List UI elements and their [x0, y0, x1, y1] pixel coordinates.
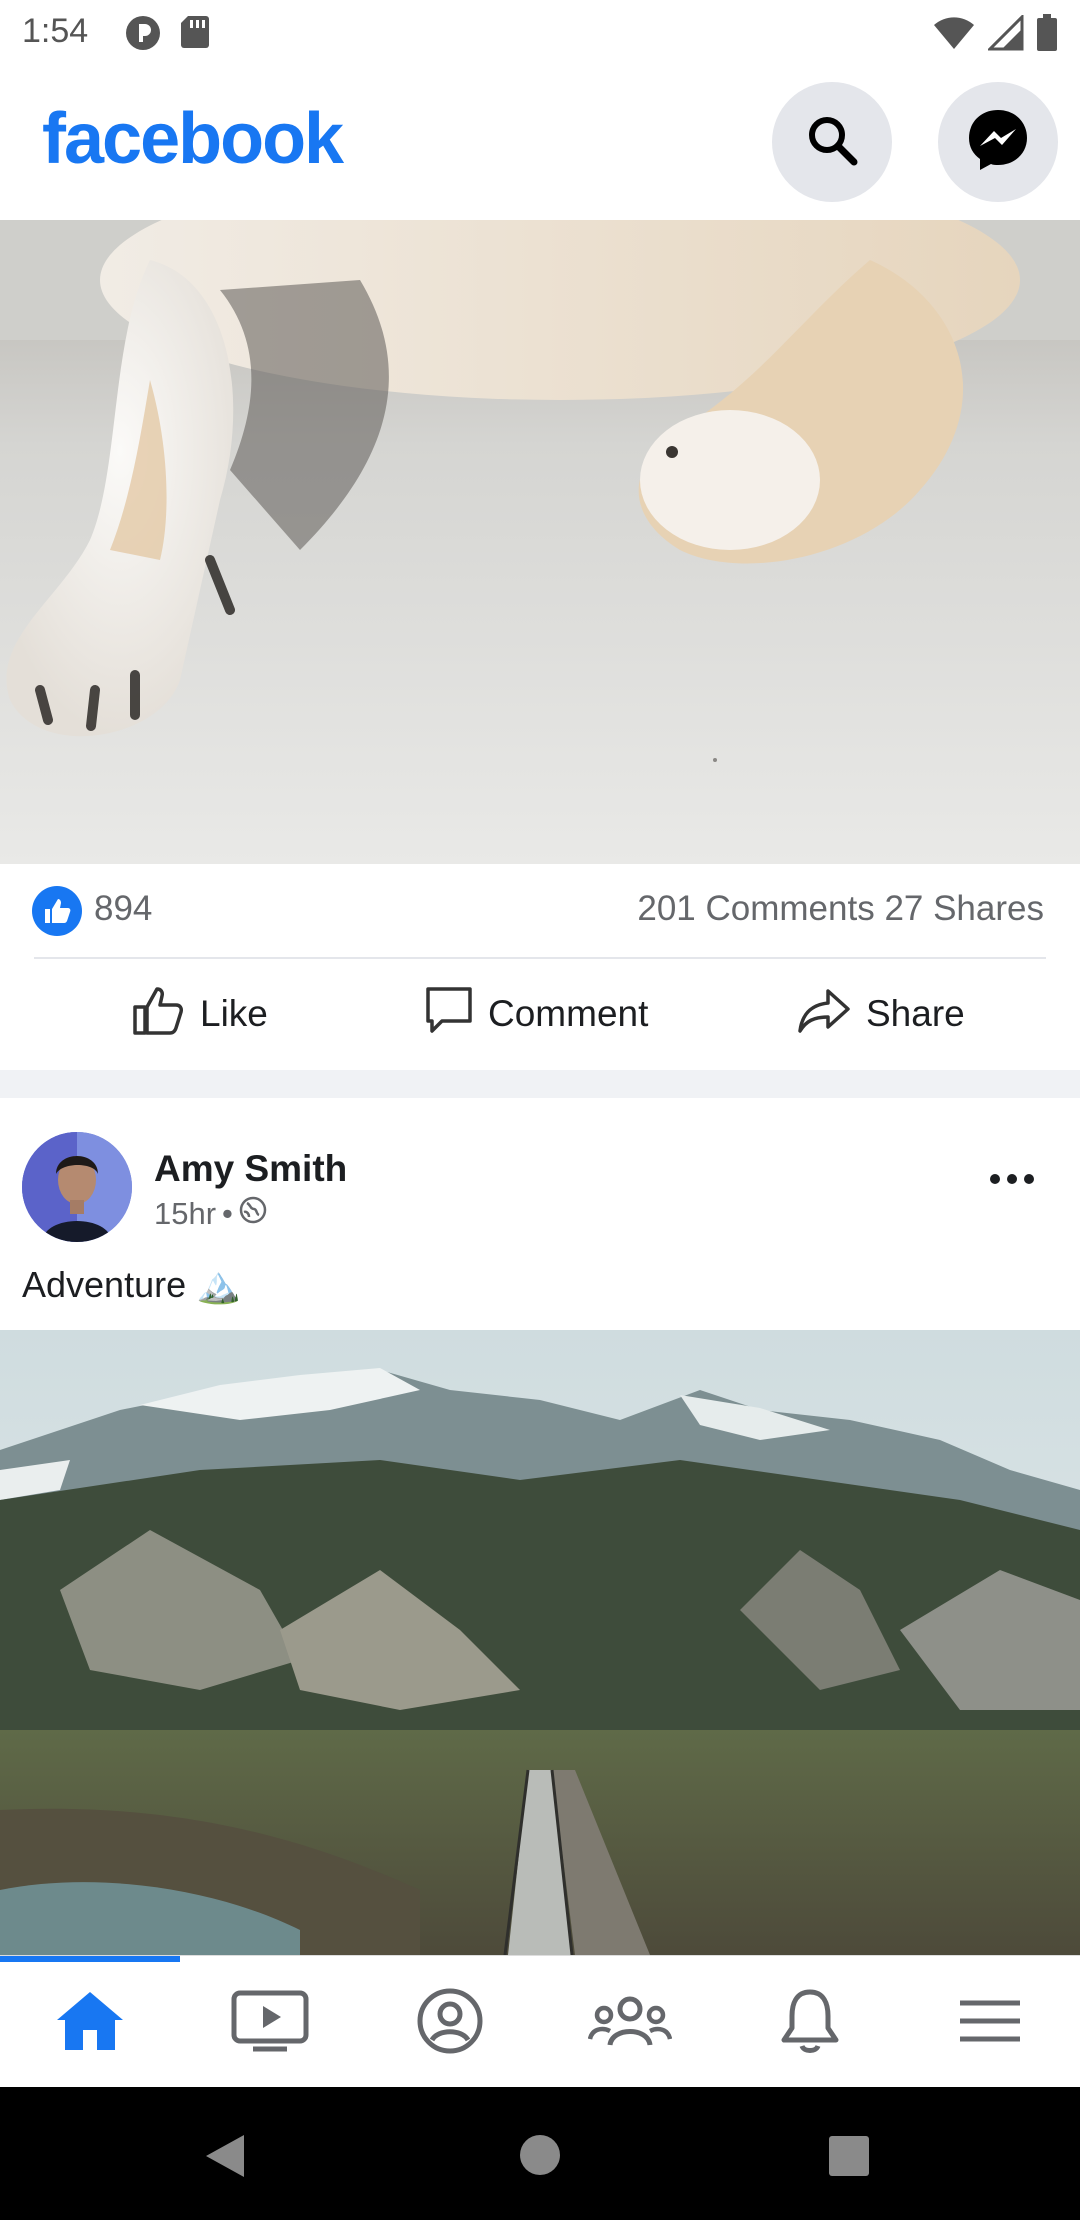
watch-icon — [231, 1990, 309, 2057]
more-dot — [1024, 1174, 1034, 1184]
sd-card-icon — [180, 14, 210, 57]
back-icon[interactable] — [202, 2133, 248, 2184]
globe-icon — [239, 1196, 267, 1232]
meta-separator: • — [222, 1196, 233, 1231]
app-bar: facebook — [0, 66, 1080, 220]
recents-icon[interactable] — [828, 2135, 870, 2182]
nav-notifications[interactable] — [720, 1978, 900, 2068]
status-bar: 1:54 — [0, 0, 1080, 66]
like-count[interactable]: 894 — [94, 889, 152, 929]
bottom-navigation — [0, 1955, 1080, 2088]
signal-icon — [986, 13, 1024, 56]
comments-count[interactable]: 201 Comments — [637, 889, 874, 928]
share-arrow-icon — [796, 987, 852, 1042]
divider — [34, 957, 1046, 959]
dog-paws-photo — [0, 220, 1080, 864]
like-label: Like — [200, 993, 268, 1034]
system-navigation-bar — [0, 2087, 1080, 2220]
profile-icon — [416, 1987, 484, 2060]
post-reactions-row: 894 201 Comments 27 Shares — [0, 864, 1080, 956]
search-button[interactable] — [772, 82, 892, 202]
like-reaction-icon — [32, 886, 82, 936]
notifications-icon — [780, 1988, 840, 2059]
menu-icon — [957, 1997, 1023, 2050]
more-dot — [990, 1174, 1000, 1184]
nav-home[interactable] — [0, 1978, 180, 2068]
post-meta: 15hr • — [154, 1196, 267, 1232]
search-icon — [802, 110, 862, 175]
shares-count[interactable]: 27 Shares — [884, 889, 1044, 928]
nav-profile[interactable] — [360, 1978, 540, 2068]
thumbs-up-icon — [132, 985, 186, 1044]
like-button[interactable]: Like — [132, 978, 268, 1050]
home-icon — [55, 1990, 125, 2057]
comment-button[interactable]: Comment — [424, 978, 648, 1050]
comment-label: Comment — [488, 993, 649, 1034]
facebook-logo[interactable]: facebook — [42, 98, 344, 180]
post-text: Adventure 🏔️ — [22, 1264, 241, 1305]
pocket-casts-icon — [124, 14, 162, 57]
home-circle-icon[interactable] — [518, 2133, 562, 2182]
post-image-dog-paws[interactable] — [0, 220, 1080, 864]
nav-watch[interactable] — [180, 1978, 360, 2068]
mountain-landscape-photo — [0, 1330, 1080, 1955]
comment-icon — [424, 985, 474, 1044]
more-dot — [1007, 1174, 1017, 1184]
nav-menu[interactable] — [900, 1978, 1080, 2068]
wifi-icon — [932, 15, 976, 56]
engagement-counts: 201 Comments 27 Shares — [637, 889, 1044, 929]
more-options-button[interactable] — [990, 1174, 1034, 1184]
battery-icon — [1036, 14, 1058, 57]
active-tab-indicator — [0, 1956, 180, 1962]
groups-icon — [587, 1993, 673, 2054]
nav-groups[interactable] — [540, 1978, 720, 2068]
feed-separator — [0, 1070, 1080, 1098]
status-time: 1:54 — [22, 12, 89, 50]
share-label: Share — [866, 993, 965, 1034]
avatar[interactable] — [22, 1132, 132, 1242]
post-author[interactable]: Amy Smith — [154, 1148, 347, 1190]
status-icons-left — [124, 14, 210, 57]
post-actions-row: Like Comment Share — [0, 960, 1080, 1068]
post-image-mountains[interactable] — [0, 1330, 1080, 1955]
share-button[interactable]: Share — [796, 978, 965, 1050]
status-icons-right — [932, 13, 1058, 57]
post-time[interactable]: 15hr — [154, 1196, 216, 1232]
post-header: Amy Smith 15hr • — [0, 1098, 1080, 1248]
messenger-icon — [963, 105, 1033, 180]
messenger-button[interactable] — [938, 82, 1058, 202]
